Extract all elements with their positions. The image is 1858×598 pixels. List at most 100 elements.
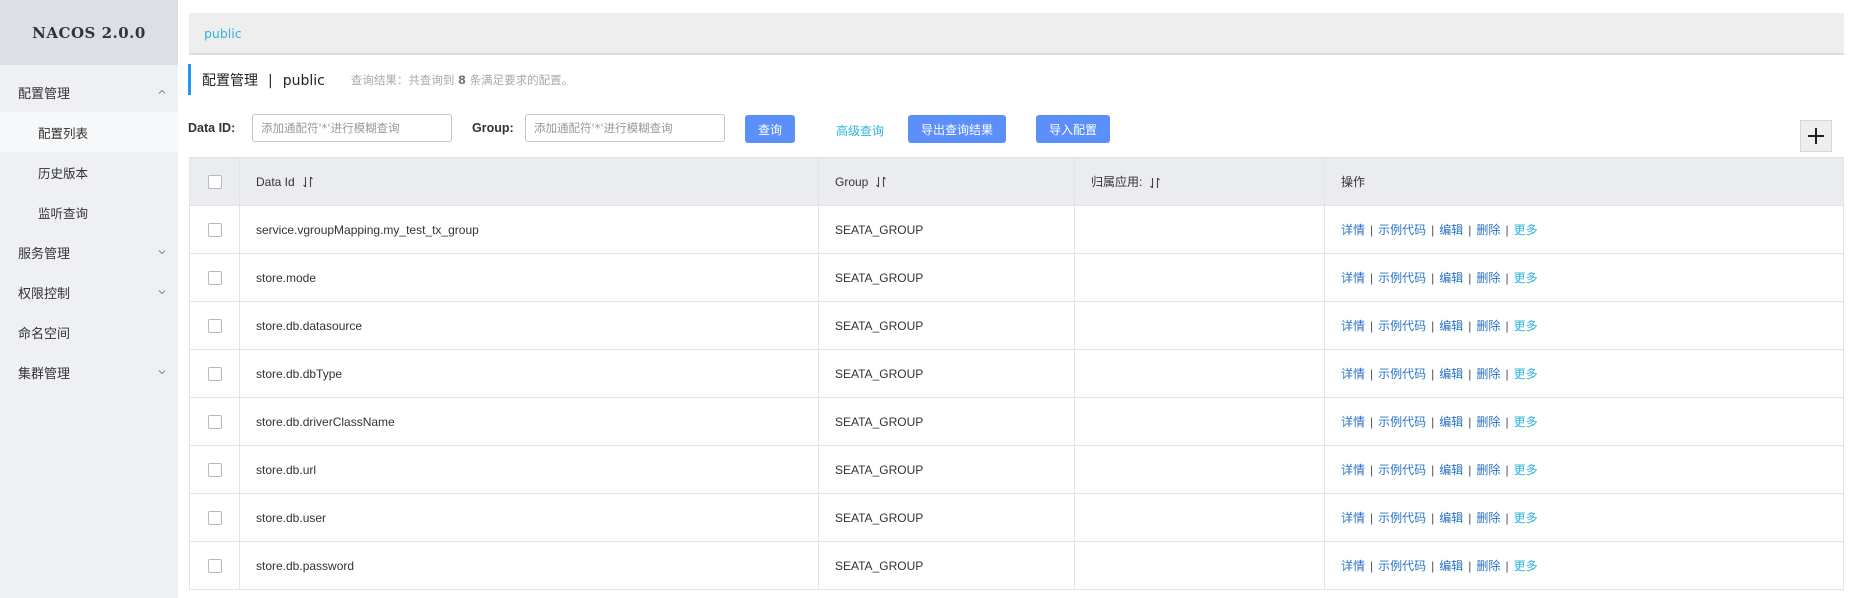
op-separator: | [1505,559,1509,573]
delete-link[interactable]: 删除 [1476,463,1500,477]
config-table: Data Id Group 归属应用: 操作 service.vgroupMap… [189,157,1844,590]
more-link[interactable]: 更多 [1514,223,1538,237]
nav-namespace[interactable]: 命名空间 [0,312,178,352]
cell-ops: 详情 | 示例代码 | 编辑 | 删除 | 更多 [1324,253,1844,302]
op-separator: | [1468,367,1472,381]
cell-group: SEATA_GROUP [818,253,1075,302]
sample-code-link[interactable]: 示例代码 [1378,463,1426,477]
delete-link[interactable]: 删除 [1476,223,1500,237]
detail-link[interactable]: 详情 [1341,511,1365,525]
more-link[interactable]: 更多 [1514,463,1538,477]
data-id-input[interactable] [252,114,452,142]
row-checkbox[interactable] [207,270,222,285]
group-input[interactable] [525,114,725,142]
col-ops-label: 操作 [1341,175,1366,189]
more-link[interactable]: 更多 [1514,367,1538,381]
edit-link[interactable]: 编辑 [1439,223,1463,237]
sample-code-link[interactable]: 示例代码 [1378,367,1426,381]
namespace-link-public[interactable]: public [204,26,242,41]
add-config-button[interactable] [1800,120,1832,152]
edit-link[interactable]: 编辑 [1439,559,1463,573]
title-accent-bar [188,64,191,95]
delete-link[interactable]: 删除 [1476,319,1500,333]
chevron-up-icon [158,89,166,94]
nav-permission-control[interactable]: 权限控制 [0,272,178,312]
row-checkbox[interactable] [207,462,222,477]
nav-history-version[interactable]: 历史版本 [0,152,178,192]
detail-link[interactable]: 详情 [1341,559,1365,573]
cell-data-id: store.db.dbType [239,349,819,398]
row-select-cell [189,205,240,254]
import-config-button[interactable]: 导入配置 [1036,115,1110,143]
sample-code-link[interactable]: 示例代码 [1378,559,1426,573]
cell-data-id: service.vgroupMapping.my_test_tx_group [239,205,819,254]
nav-config-management[interactable]: 配置管理 [0,72,178,112]
sample-code-link[interactable]: 示例代码 [1378,271,1426,285]
edit-link[interactable]: 编辑 [1439,415,1463,429]
detail-link[interactable]: 详情 [1341,223,1365,237]
data-id-label: Data ID: [188,121,236,135]
edit-link[interactable]: 编辑 [1439,511,1463,525]
sort-icon[interactable] [1149,177,1161,189]
cell-app [1074,541,1325,590]
detail-link[interactable]: 详情 [1341,271,1365,285]
more-link[interactable]: 更多 [1514,559,1538,573]
sample-code-link[interactable]: 示例代码 [1378,415,1426,429]
edit-link[interactable]: 编辑 [1439,463,1463,477]
edit-link[interactable]: 编辑 [1439,271,1463,285]
more-link[interactable]: 更多 [1514,415,1538,429]
sort-icon[interactable] [302,176,314,188]
op-separator: | [1370,511,1374,525]
cell-app [1074,205,1325,254]
nav-cluster-management-label: 集群管理 [18,366,71,382]
row-select-cell [189,445,240,494]
col-ops: 操作 [1324,157,1844,206]
query-button[interactable]: 查询 [745,115,795,143]
op-separator: | [1431,511,1435,525]
nav-config-management-label: 配置管理 [18,86,71,102]
detail-link[interactable]: 详情 [1341,415,1365,429]
row-checkbox[interactable] [207,222,222,237]
detail-link[interactable]: 详情 [1341,367,1365,381]
sample-code-link[interactable]: 示例代码 [1378,319,1426,333]
more-link[interactable]: 更多 [1514,511,1538,525]
col-app[interactable]: 归属应用: [1074,157,1325,206]
nav-listener-query[interactable]: 监听查询 [0,192,178,232]
op-separator: | [1505,367,1509,381]
op-separator: | [1431,223,1435,237]
col-group[interactable]: Group [818,157,1075,206]
delete-link[interactable]: 删除 [1476,559,1500,573]
title-separator: | [268,72,273,89]
delete-link[interactable]: 删除 [1476,271,1500,285]
row-checkbox[interactable] [207,318,222,333]
op-separator: | [1505,319,1509,333]
advanced-query-link[interactable]: 高级查询 [836,122,884,139]
export-results-button[interactable]: 导出查询结果 [908,115,1006,143]
op-separator: | [1505,415,1509,429]
cell-group: SEATA_GROUP [818,301,1075,350]
select-all-checkbox[interactable] [207,174,222,189]
group-label: Group: [472,121,514,135]
edit-link[interactable]: 编辑 [1439,367,1463,381]
detail-link[interactable]: 详情 [1341,319,1365,333]
delete-link[interactable]: 删除 [1476,511,1500,525]
row-checkbox[interactable] [207,414,222,429]
nav-cluster-management[interactable]: 集群管理 [0,352,178,392]
sample-code-link[interactable]: 示例代码 [1378,511,1426,525]
nav-service-management[interactable]: 服务管理 [0,232,178,272]
nav-config-list[interactable]: 配置列表 [0,112,178,152]
delete-link[interactable]: 删除 [1476,367,1500,381]
cell-app [1074,397,1325,446]
col-data-id[interactable]: Data Id [239,157,819,206]
more-link[interactable]: 更多 [1514,319,1538,333]
cell-ops: 详情 | 示例代码 | 编辑 | 删除 | 更多 [1324,493,1844,542]
detail-link[interactable]: 详情 [1341,463,1365,477]
row-checkbox[interactable] [207,366,222,381]
edit-link[interactable]: 编辑 [1439,319,1463,333]
row-checkbox[interactable] [207,510,222,525]
sort-icon[interactable] [875,176,887,188]
row-checkbox[interactable] [207,558,222,573]
delete-link[interactable]: 删除 [1476,415,1500,429]
sample-code-link[interactable]: 示例代码 [1378,223,1426,237]
more-link[interactable]: 更多 [1514,271,1538,285]
